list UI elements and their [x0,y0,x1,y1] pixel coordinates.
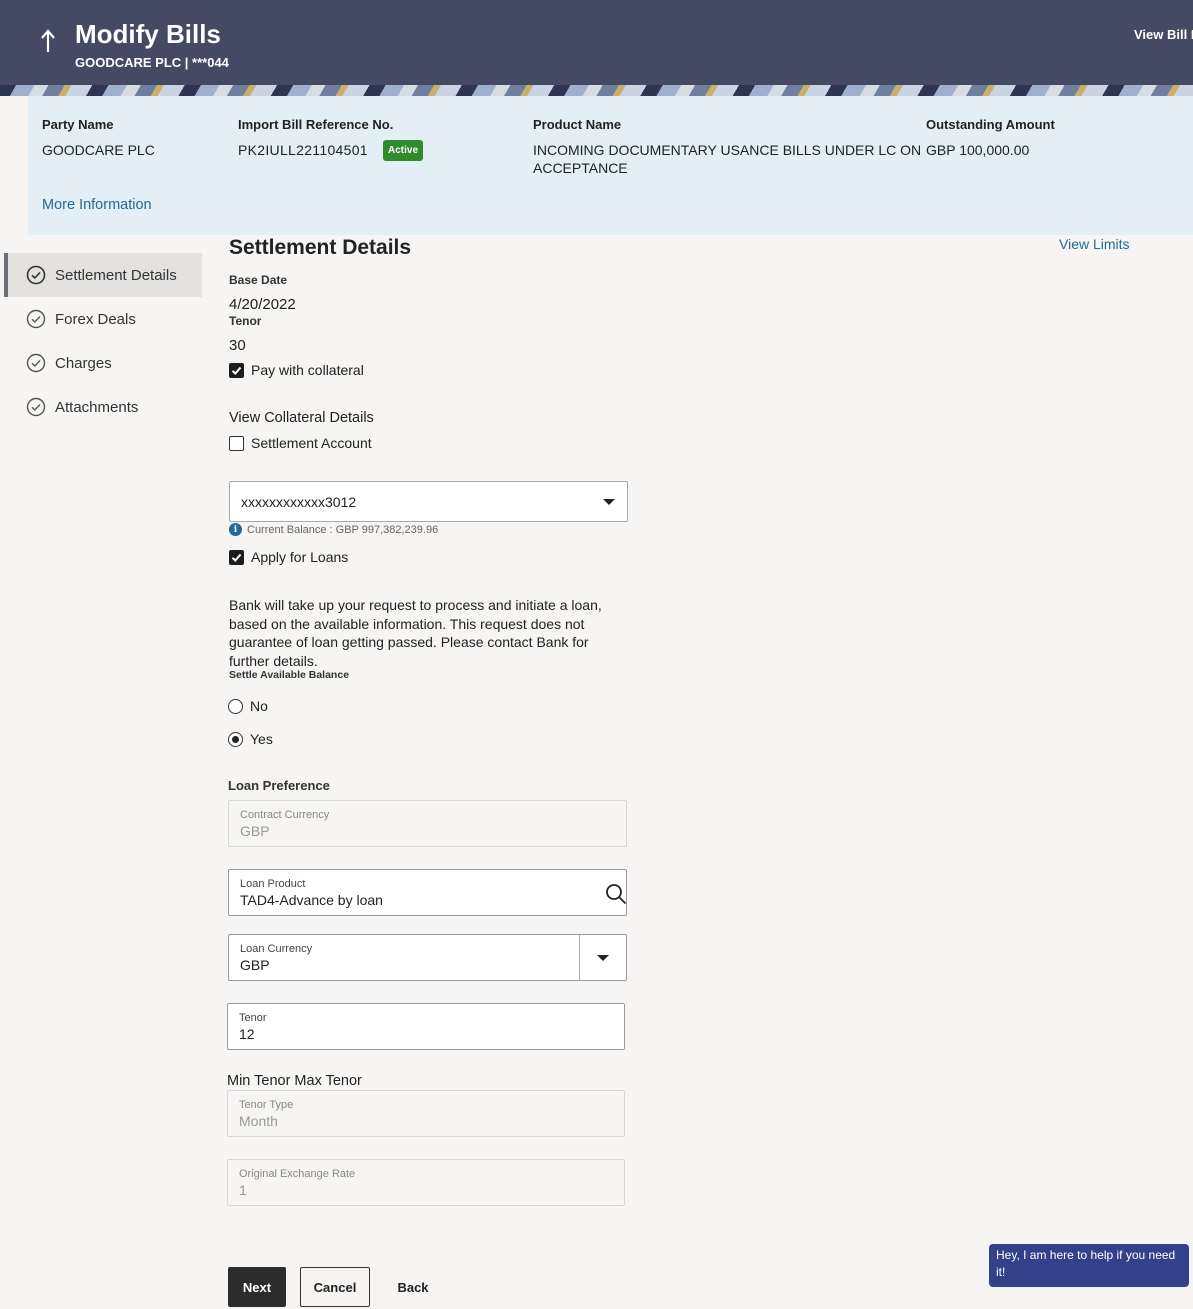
contract-currency-label: Contract Currency [240,809,330,821]
back-button[interactable]: Back [384,1267,442,1307]
pay-with-collateral-label: Pay with collateral [251,362,364,378]
sidebar-item-charges[interactable]: Charges [4,341,202,385]
base-date-value: 4/20/2022 [229,296,296,313]
loan-tenor-input[interactable]: Tenor 12 [227,1003,625,1050]
outstanding-amount-label: Outstanding Amount [926,117,1055,132]
section-title: Settlement Details [229,236,412,259]
view-collateral-details-link[interactable]: View Collateral Details [229,410,374,426]
tenor-type-value: Month [239,1113,278,1129]
tenor-label: Tenor [229,314,262,328]
info-icon: i [229,523,242,536]
exchange-rate-label: Original Exchange Rate [239,1168,356,1180]
product-name-label: Product Name [533,117,622,132]
settle-available-balance-label: Settle Available Balance [229,669,350,681]
settle-balance-radio-yes[interactable]: Yes [228,731,273,747]
current-balance-text: Current Balance : GBP 997,382,239.96 [247,523,439,536]
next-button[interactable]: Next [228,1267,286,1307]
back-arrow-icon[interactable] [36,26,60,54]
sidebar-item-settlement-details[interactable]: Settlement Details [4,253,202,297]
chevron-down-icon [597,955,609,961]
party-name-label: Party Name [42,117,114,132]
apply-for-loans-checkbox[interactable]: Apply for Loans [229,549,348,565]
min-max-tenor-text: Min Tenor Max Tenor [227,1073,362,1089]
sidebar-item-label: Attachments [55,398,139,416]
decorative-banner [0,85,1193,96]
contract-currency-value: GBP [240,823,270,839]
check-circle-icon [26,397,46,417]
check-circle-icon [26,353,46,373]
exchange-rate-field: Original Exchange Rate 1 [227,1159,625,1206]
base-date-label: Base Date [229,273,288,287]
page-title: Modify Bills [75,19,221,49]
cancel-button[interactable]: Cancel [300,1267,370,1307]
loan-preference-heading: Loan Preference [228,778,330,793]
settlement-account-label: Settlement Account [251,435,372,451]
checkbox-unchecked-icon [229,435,244,451]
view-bill-link[interactable]: View Bill D [1134,27,1193,42]
party-name-value: GOODCARE PLC [42,142,155,158]
loan-tenor-value: 12 [239,1026,255,1042]
step-navigation: Settlement Details Forex Deals Charges A… [4,253,202,429]
tenor-type-field: Tenor Type Month [227,1090,625,1137]
pay-with-collateral-checkbox[interactable]: Pay with collateral [229,362,364,378]
bill-ref-label: Import Bill Reference No. [238,117,394,132]
radio-label: Yes [250,731,273,747]
tenor-value: 30 [229,337,246,354]
bill-ref-value: PK2IULL221104501 [238,142,368,158]
search-icon[interactable] [605,883,627,905]
account-select-value: xxxxxxxxxxxx3012 [241,494,357,510]
page-subtitle: GOODCARE PLC | ***044 [75,55,229,70]
check-circle-icon [26,265,46,285]
view-limits-link[interactable]: View Limits [1059,236,1130,252]
product-name-value: INCOMING DOCUMENTARY USANCE BILLS UNDER … [533,142,922,176]
exchange-rate-value: 1 [239,1182,247,1198]
loan-currency-select[interactable]: Loan Currency GBP [228,934,627,981]
loan-product-value: TAD4-Advance by loan [240,892,383,908]
check-circle-icon [26,309,46,329]
loan-currency-value: GBP [240,957,270,973]
sidebar-item-label: Forex Deals [55,310,136,328]
loan-currency-label: Loan Currency [240,943,313,955]
more-information-link[interactable]: More Information [42,196,152,214]
apply-for-loans-label: Apply for Loans [251,549,349,565]
bill-summary-panel: Party Name GOODCARE PLC Import Bill Refe… [28,96,1193,235]
chat-assistant-bubble[interactable]: Hey, I am here to help if you need it! [989,1244,1189,1287]
sidebar-item-attachments[interactable]: Attachments [4,385,202,429]
sidebar-item-label: Charges [55,354,112,372]
radio-selected-icon [228,731,243,747]
outstanding-amount-value: GBP 100,000.00 [926,142,1030,158]
contract-currency-field: Contract Currency GBP [228,800,627,847]
status-badge: Active [383,140,423,161]
checkbox-checked-icon [229,362,244,378]
sidebar-item-label: Settlement Details [55,266,177,284]
settlement-account-checkbox[interactable]: Settlement Account [229,435,372,451]
sidebar-item-forex-deals[interactable]: Forex Deals [4,297,202,341]
checkbox-checked-icon [229,549,244,565]
current-balance-hint: i Current Balance : GBP 997,382,239.96 [229,523,438,536]
loan-tenor-label: Tenor [239,1012,267,1024]
tenor-type-label: Tenor Type [239,1099,294,1111]
loan-disclaimer-text: Bank will take up your request to proces… [229,597,602,669]
settle-balance-radio-no[interactable]: No [228,698,268,714]
page-header: Modify Bills GOODCARE PLC | ***044 View … [0,0,1193,85]
loan-product-label: Loan Product [240,878,306,890]
radio-label: No [250,698,268,714]
chevron-down-icon [603,499,615,505]
account-select[interactable]: xxxxxxxxxxxx3012 [229,481,628,522]
radio-unselected-icon [228,698,243,714]
loan-product-field[interactable]: Loan Product TAD4-Advance by loan [228,869,627,916]
